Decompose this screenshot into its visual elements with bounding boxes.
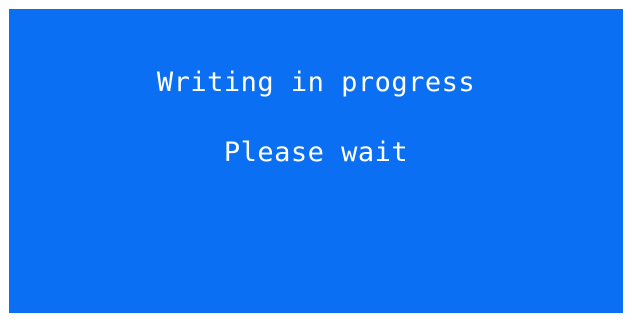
wait-message: Please wait bbox=[223, 137, 409, 168]
status-message: Writing in progress bbox=[156, 67, 476, 98]
progress-screen: Writing in progress Please wait bbox=[9, 9, 623, 313]
